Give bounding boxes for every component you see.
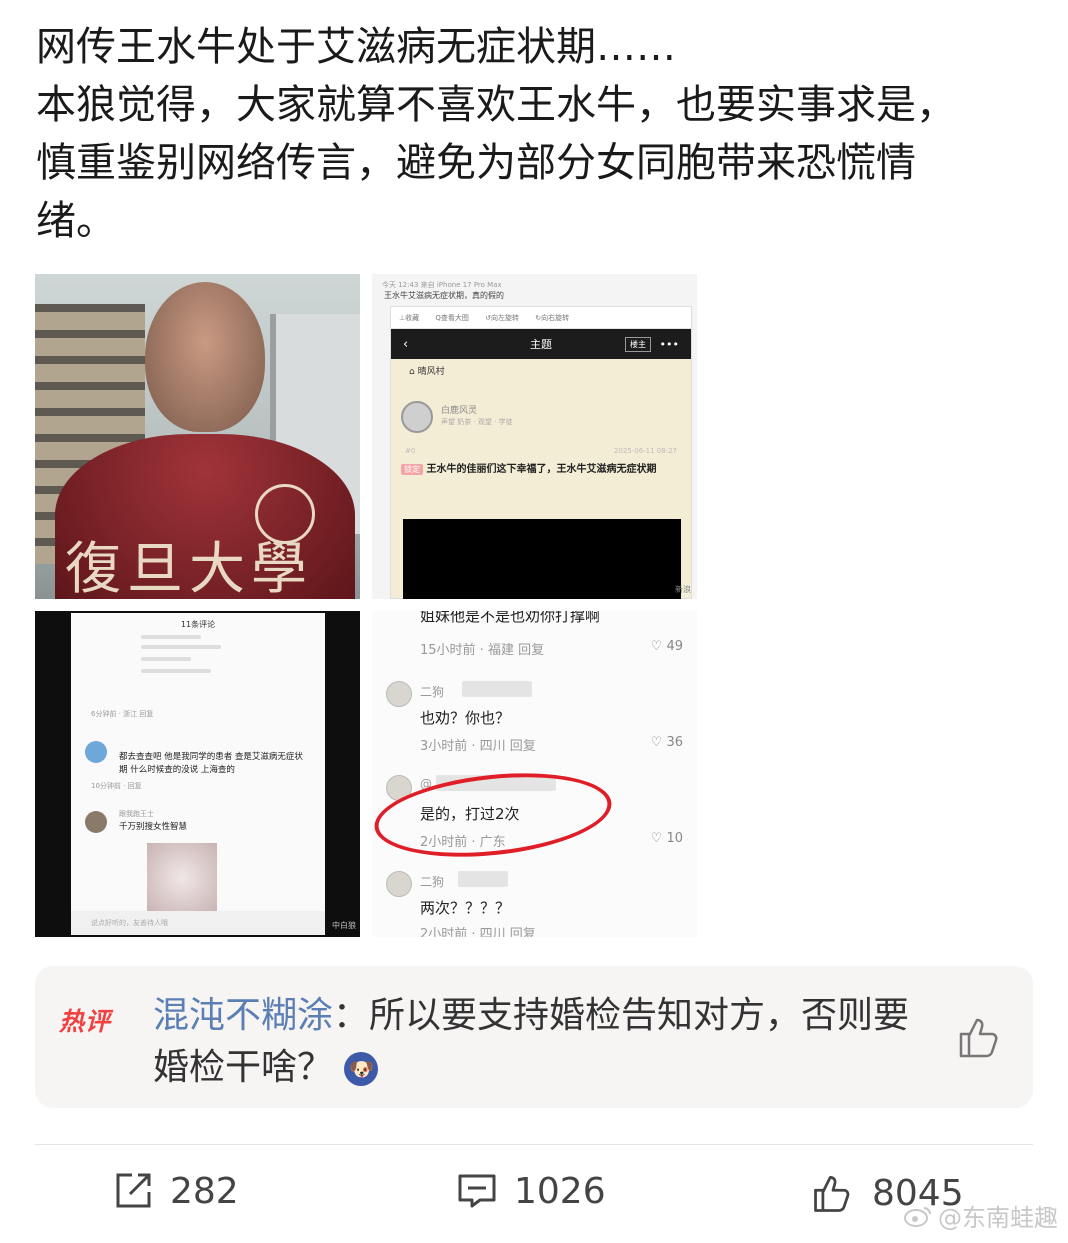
comment-icon xyxy=(458,1174,496,1208)
thumbs-up-icon[interactable] xyxy=(953,1012,1003,1062)
screenshot-meta: 今天 12:43 来自 iPhone 17 Pro Max xyxy=(382,281,502,289)
comment-meta: 6分钟前 · 浙江 回复 xyxy=(91,710,154,718)
image-comment-screenshot-2[interactable]: 姐妹他是不是也劝你打撑啊 15小时前 · 福建 回复 ♡ 49 二狗 也劝？你也… xyxy=(372,611,697,937)
comment-meta: 3小时前 · 四川 回复 xyxy=(420,739,536,754)
post-date: 2025-06-11 08:27 xyxy=(613,447,677,455)
thumbs-up-icon xyxy=(814,1175,850,1212)
floor-number: #0 xyxy=(405,447,416,455)
user-name: 白鹿风灵 xyxy=(441,406,478,416)
more-icon: ••• xyxy=(659,337,679,351)
image-toolbar: ⊥收藏 Q查看大图 ↺向左旋转 ↻向右旋转 xyxy=(391,307,691,329)
like-count: ♡ 36 xyxy=(650,735,683,750)
comment-button[interactable]: 1026 xyxy=(456,1170,606,1212)
repost-icon xyxy=(116,1173,151,1208)
image-watermark: 中白狼 xyxy=(332,921,356,930)
comment-text: 姐妹他是不是也劝你打撑啊 xyxy=(420,611,601,625)
comment-text: 都去查查吧 他是我同学的患者 查是艾滋病无症状期 什么时候查的没说 上海查的 xyxy=(119,752,303,775)
anime-image xyxy=(147,843,217,913)
repost-count: 282 xyxy=(170,1170,239,1212)
divider xyxy=(35,1144,1033,1145)
phone-screen: ⊥收藏 Q查看大图 ↺向左旋转 ↻向右旋转 ‹ 主题 楼主 ••• ⌂ 晴风村 … xyxy=(390,306,692,599)
shirt-text: 復旦大學 xyxy=(65,537,313,599)
back-icon: ‹ xyxy=(403,336,409,352)
op-badge: 楼主 xyxy=(625,336,651,352)
forum-post-body: 锁定 王水牛的佳丽们这下幸福了，王水牛艾滋病无症状期 xyxy=(401,461,687,479)
image-grid: 復旦大學 今天 12:43 来自 iPhone 17 Pro Max 王水牛艾滋… xyxy=(35,274,697,937)
hot-comment-user[interactable]: 混沌不糊涂 xyxy=(153,995,333,1036)
post-line: 本狼觉得，大家就算不喜欢王水牛，也要实事求是， xyxy=(36,82,956,128)
image-selfie[interactable]: 復旦大學 xyxy=(35,274,360,599)
avatar xyxy=(386,871,412,897)
hot-comment[interactable]: 热评 混沌不糊涂：所以要支持婚检告知对方，否则要婚检干啥？ 🐶 xyxy=(35,966,1033,1108)
avatar xyxy=(85,811,107,833)
comment-text: 也劝？你也？ xyxy=(420,709,511,727)
person-head xyxy=(145,282,265,432)
avatar xyxy=(401,401,433,433)
user-role: 声望 奶茶 · 观望 · 学徒 xyxy=(441,418,513,426)
video-block xyxy=(403,519,681,599)
weibo-logo-icon xyxy=(904,1206,931,1227)
comment-user: 跟我跑王士 xyxy=(119,810,154,818)
comment-meta: 15小时前 · 福建 回复 xyxy=(420,643,545,658)
post-line: 慎重鉴别网络传言，避免为部分女同胞带来恐慌情 xyxy=(36,140,916,186)
comment-meta: 10分钟前 · 回复 xyxy=(91,782,142,790)
screenshot-caption: 王水牛艾滋病无症状期，真的假的 xyxy=(384,291,504,300)
board-name: ⌂ 晴风村 xyxy=(409,367,445,377)
comment-panel: 11条评论 6分钟前 · 浙江 回复 都去查查吧 他是我同学的患者 查是艾滋病无… xyxy=(71,613,325,935)
repost-button[interactable]: 282 xyxy=(112,1170,239,1212)
forum-header: ‹ 主题 楼主 ••• xyxy=(391,329,691,359)
weibo-watermark: @东南蛙趣 xyxy=(904,1198,1058,1233)
like-count: ♡ 10 xyxy=(650,831,683,846)
comment-meta: 2小时前 · 四川 回复 xyxy=(420,927,536,937)
image-watermark: 新浪 xyxy=(675,585,691,594)
image-forum-screenshot[interactable]: 今天 12:43 来自 iPhone 17 Pro Max 王水牛艾滋病无症状期… xyxy=(372,274,697,599)
comment-text: 千万别搜女性智慧 xyxy=(119,822,188,832)
comment-user: 二狗 xyxy=(420,875,445,889)
post-line: 绪。 xyxy=(36,198,116,244)
comment-user: 二狗 xyxy=(420,685,445,699)
post-text: 网传王水牛处于艾滋病无症状期…… 本狼觉得，大家就算不喜欢王水牛，也要实事求是，… xyxy=(36,18,1046,250)
avatar xyxy=(85,741,107,763)
comment-text: 两次？？？？ xyxy=(420,899,511,917)
hot-comment-content: 混沌不糊涂：所以要支持婚检告知对方，否则要婚检干啥？ 🐶 xyxy=(153,995,910,1088)
comment-count-title: 11条评论 xyxy=(180,620,216,629)
lock-tag: 锁定 xyxy=(401,464,423,475)
husky-emoji-icon: 🐶 xyxy=(344,1052,379,1086)
image-comment-screenshot-1[interactable]: 11条评论 6分钟前 · 浙江 回复 都去查查吧 他是我同学的患者 查是艾滋病无… xyxy=(35,611,360,937)
hot-comment-tag: 热评 xyxy=(59,1007,112,1036)
post-line: 网传王水牛处于艾滋病无症状期…… xyxy=(36,24,676,70)
like-count: ♡ 49 xyxy=(650,639,683,654)
header-title: 主题 xyxy=(530,338,552,351)
comment-input[interactable]: 说点好听的，友善待人哦 xyxy=(71,911,325,935)
avatar xyxy=(386,681,412,707)
comment-count: 1026 xyxy=(514,1170,606,1212)
